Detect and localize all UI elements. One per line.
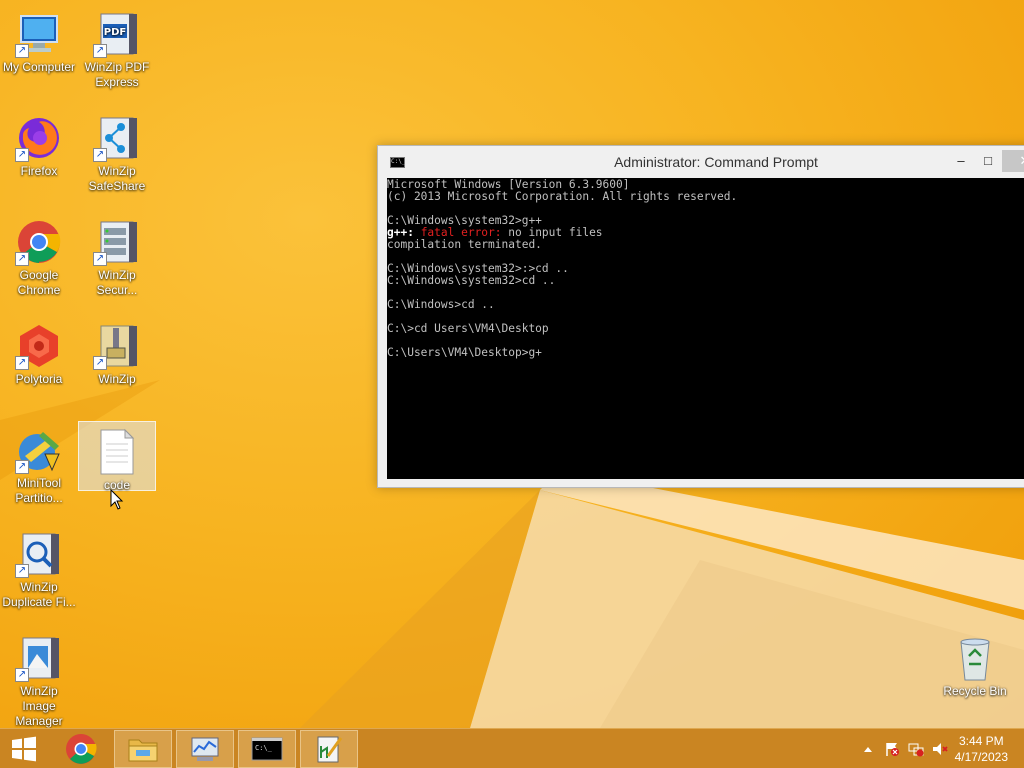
svg-text:PDF: PDF bbox=[104, 27, 126, 38]
shortcut-arrow-icon: ↗ bbox=[15, 252, 29, 266]
taskbar-clock[interactable]: 3:44 PM 4/17/2023 bbox=[955, 733, 1008, 765]
icon-label: MiniTool Partitio... bbox=[15, 476, 63, 505]
icon-label: WinZip bbox=[98, 372, 136, 386]
desktop-icon-winzip-secure[interactable]: ↗ WinZip Secur... bbox=[78, 212, 156, 298]
mouse-cursor-icon bbox=[110, 489, 124, 510]
desktop-icon-winzip-image-manager[interactable]: ↗ WinZip Image Manager bbox=[0, 628, 78, 728]
icon-label: WinZip Secur... bbox=[96, 268, 138, 297]
folder-icon bbox=[128, 739, 158, 762]
taskbar-app-command-prompt[interactable]: C:\_ bbox=[238, 730, 296, 768]
winzip-image-icon: ↗ bbox=[15, 634, 63, 682]
console-line: C:\>cd Users\VM4\Desktop bbox=[387, 322, 549, 335]
console-line: C:\Windows>cd .. bbox=[387, 298, 495, 311]
console-line: C:\Users\VM4\Desktop>g+ bbox=[387, 346, 542, 359]
winzip-icon: ↗ bbox=[93, 322, 141, 370]
desktop-icon-winzip-duplicate[interactable]: ↗ WinZip Duplicate Fi... bbox=[0, 524, 78, 610]
desktop-icon-code[interactable]: code bbox=[78, 421, 156, 492]
svg-text:C:\_: C:\_ bbox=[255, 744, 273, 752]
desktop-icon-winzip[interactable]: ↗ WinZip bbox=[78, 316, 156, 387]
chevron-up-icon bbox=[864, 747, 872, 752]
window-titlebar[interactable]: C:\_ Administrator: Command Prompt – □ ✕ bbox=[378, 146, 1024, 178]
start-button[interactable] bbox=[0, 729, 48, 768]
winzip-pdf-icon: PDF ↗ bbox=[93, 10, 141, 58]
shortcut-arrow-icon: ↗ bbox=[15, 668, 29, 682]
volume-muted-icon[interactable] bbox=[932, 741, 948, 757]
system-tray[interactable]: 3:44 PM 4/17/2023 bbox=[834, 729, 1024, 768]
desktop-icon-recycle-bin[interactable]: Recycle Bin bbox=[936, 628, 1014, 699]
console-line: (c) 2013 Microsoft Corporation. All righ… bbox=[387, 190, 738, 203]
desktop-icon-polytoria[interactable]: ↗ Polytoria bbox=[0, 316, 78, 387]
shortcut-arrow-icon: ↗ bbox=[15, 44, 29, 58]
icon-label: WinZip SafeShare bbox=[88, 164, 146, 193]
icon-label: Google Chrome bbox=[17, 268, 61, 297]
desktop-icon-winzip-safeshare[interactable]: ↗ WinZip SafeShare bbox=[78, 108, 156, 194]
shortcut-arrow-icon: ↗ bbox=[93, 148, 107, 162]
recycle-bin-icon bbox=[951, 634, 999, 682]
command-prompt-window[interactable]: C:\_ Administrator: Command Prompt – □ ✕… bbox=[377, 145, 1024, 488]
clock-date: 4/17/2023 bbox=[954, 750, 1008, 764]
icon-label: WinZip PDF Express bbox=[84, 60, 150, 89]
editor-icon bbox=[317, 736, 343, 763]
desktop-icon-google-chrome[interactable]: ↗ Google Chrome bbox=[0, 212, 78, 298]
icon-label: Recycle Bin bbox=[943, 684, 1007, 698]
taskbar-app-resource-monitor[interactable] bbox=[176, 730, 234, 768]
windows-logo-icon bbox=[12, 736, 36, 762]
icon-label: My Computer bbox=[2, 60, 76, 74]
desktop[interactable]: ↗ My Computer ↗ Firefox ↗ Google Chrome … bbox=[0, 0, 1024, 728]
chrome-icon: ↗ bbox=[15, 218, 63, 266]
taskbar-app-file-explorer[interactable] bbox=[114, 730, 172, 768]
winzip-secure-icon: ↗ bbox=[93, 218, 141, 266]
shortcut-arrow-icon: ↗ bbox=[15, 460, 29, 474]
console-line: C:\Windows\system32>cd .. bbox=[387, 274, 556, 287]
close-button[interactable]: ✕ bbox=[1002, 150, 1024, 172]
console-line: compilation terminated. bbox=[387, 238, 542, 251]
desktop-icon-my-computer[interactable]: ↗ My Computer bbox=[0, 4, 78, 80]
icon-label: WinZip Duplicate Fi... bbox=[2, 580, 76, 609]
maximize-button[interactable]: □ bbox=[975, 150, 1001, 172]
console-output[interactable]: Microsoft Windows [Version 6.3.9600] (c) … bbox=[387, 178, 1024, 479]
shortcut-arrow-icon: ↗ bbox=[93, 252, 107, 266]
desktop-icon-firefox[interactable]: ↗ Firefox bbox=[0, 108, 78, 179]
shortcut-arrow-icon: ↗ bbox=[15, 564, 29, 578]
winzip-duplicate-icon: ↗ bbox=[15, 530, 63, 578]
monitor-chart-icon bbox=[191, 737, 219, 761]
show-hidden-icons-button[interactable] bbox=[860, 741, 876, 757]
action-center-flag-icon[interactable] bbox=[884, 741, 900, 757]
shortcut-arrow-icon: ↗ bbox=[15, 356, 29, 370]
desktop-icon-winzip-pdf-express[interactable]: PDF ↗ WinZip PDF Express bbox=[78, 4, 156, 90]
chrome-icon bbox=[66, 734, 97, 764]
clock-time: 3:44 PM bbox=[958, 734, 1004, 748]
icon-label: WinZip Image Manager bbox=[15, 684, 63, 728]
network-icon[interactable] bbox=[908, 741, 924, 757]
taskbar[interactable]: C:\_ 3:44 PM 4/17/2023 bbox=[0, 728, 1024, 768]
cmd-icon: C:\_ bbox=[251, 737, 283, 761]
minimize-button[interactable]: – bbox=[948, 150, 974, 172]
winzip-safeshare-icon: ↗ bbox=[93, 114, 141, 162]
polytoria-icon: ↗ bbox=[15, 322, 63, 370]
desktop-icon-minitool[interactable]: ↗ MiniTool Partitio... bbox=[0, 420, 78, 506]
firefox-icon: ↗ bbox=[15, 114, 63, 162]
taskbar-app-editor[interactable] bbox=[300, 730, 358, 768]
computer-icon: ↗ bbox=[15, 10, 63, 58]
shortcut-arrow-icon: ↗ bbox=[93, 44, 107, 58]
minitool-icon: ↗ bbox=[15, 426, 63, 474]
window-title: Administrator: Command Prompt bbox=[614, 154, 818, 170]
shortcut-arrow-icon: ↗ bbox=[15, 148, 29, 162]
icon-label: Firefox bbox=[20, 164, 58, 178]
text-file-icon bbox=[93, 428, 141, 476]
taskbar-app-chrome[interactable] bbox=[52, 730, 110, 768]
shortcut-arrow-icon: ↗ bbox=[93, 356, 107, 370]
icon-label: Polytoria bbox=[15, 372, 63, 386]
